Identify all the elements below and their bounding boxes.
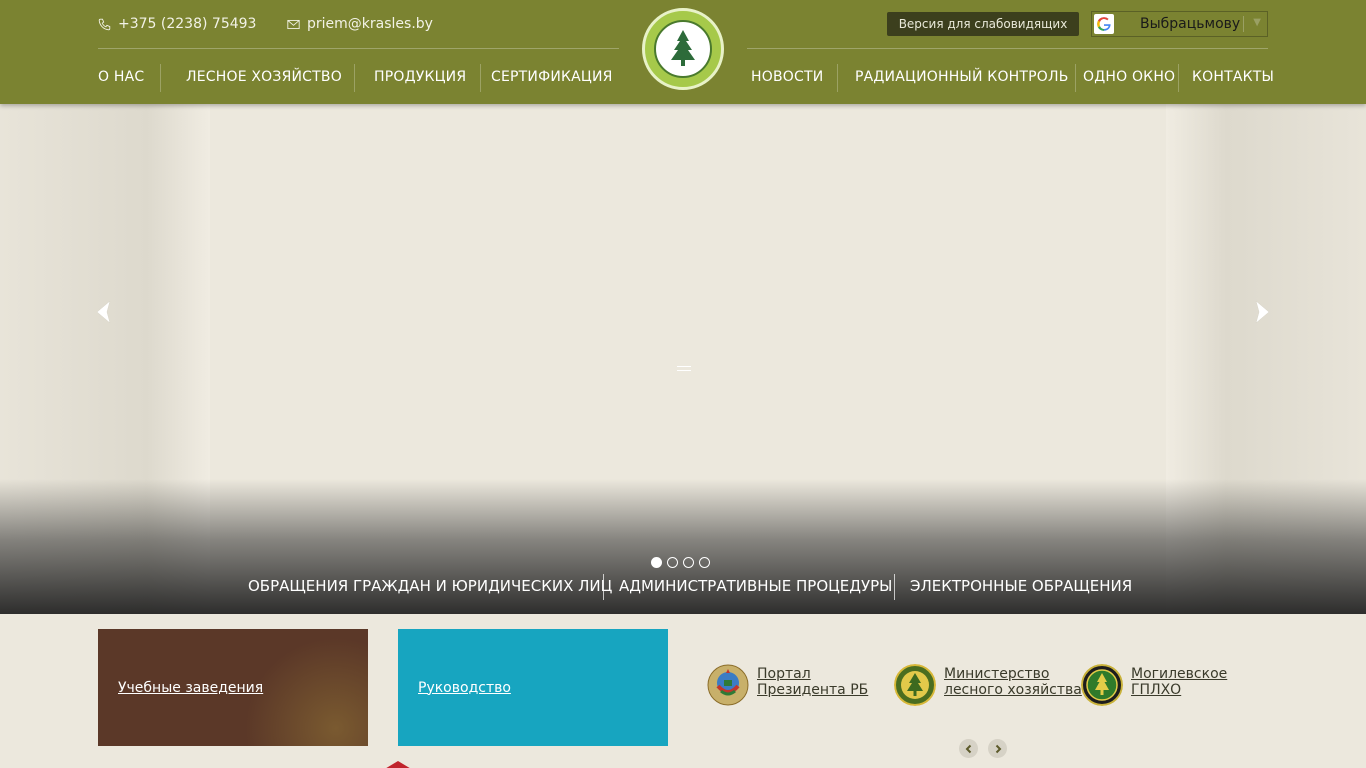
nav-item-about[interactable]: О НАС (98, 69, 144, 85)
tree-icon (671, 30, 695, 66)
portal-mogilev-gplho[interactable]: Могилевское ГПЛХО (1081, 664, 1227, 706)
nav-separator (1075, 64, 1076, 92)
partial-emblem-icon (386, 761, 410, 768)
tile-leadership[interactable]: Руководство (398, 629, 668, 746)
hero-slider: ОБРАЩЕНИЯ ГРАЖДАН И ЮРИДИЧЕСКИХ ЛИЦ АДМИ… (0, 104, 1366, 614)
select-divider (1243, 16, 1244, 32)
nav-separator (480, 64, 481, 92)
slider-pagination (651, 557, 710, 568)
header-divider-left (98, 48, 619, 49)
carousel-prev-button[interactable] (959, 739, 978, 758)
chevron-right-icon (995, 744, 1001, 753)
carousel-next-button[interactable] (988, 739, 1007, 758)
portal-ministry-forestry[interactable]: Министерство лесного хозяйства (894, 664, 1082, 706)
nav-item-forestry[interactable]: ЛЕСНОЕ ХОЗЯЙСТВО (186, 69, 342, 85)
slider-loader-icon (677, 366, 691, 371)
nav-item-contacts[interactable]: КОНТАКТЫ (1192, 69, 1274, 85)
link-administrative-procedures[interactable]: АДМИНИСТРАТИВНЫЕ ПРОЦЕДУРЫ (619, 577, 892, 595)
nav-item-products[interactable]: ПРОДУКЦИЯ (374, 69, 466, 85)
site-header: +375 (2238) 75493 priem@krasles.by О НАС… (0, 0, 1366, 104)
chevron-down-icon: ▼ (1253, 17, 1261, 28)
nav-item-news[interactable]: НОВОСТИ (751, 69, 823, 85)
slider-next-arrow-icon[interactable] (1249, 300, 1273, 324)
nav-item-one-window[interactable]: ОДНО ОКНО (1083, 69, 1175, 85)
envelope-icon (287, 19, 300, 29)
slider-dot-4[interactable] (699, 557, 710, 568)
chevron-left-icon (965, 744, 971, 753)
portal-president[interactable]: Портал Президента РБ (707, 664, 868, 706)
quick-link-separator (894, 574, 895, 600)
phone-icon (98, 18, 111, 30)
nav-separator (837, 64, 838, 92)
nav-separator (354, 64, 355, 92)
slider-quick-links: ОБРАЩЕНИЯ ГРАЖДАН И ЮРИДИЧЕСКИХ ЛИЦ АДМИ… (0, 572, 1366, 602)
nav-separator (160, 64, 161, 92)
language-select[interactable]: Выбрацьмову ▼ (1091, 11, 1268, 37)
nav-item-radiation-control[interactable]: РАДИАЦИОННЫЙ КОНТРОЛЬ (855, 69, 1069, 85)
belarus-emblem-icon (707, 664, 749, 706)
low-vision-button[interactable]: Версия для слабовидящих (887, 12, 1079, 36)
portal-mogilev-label: Могилевское ГПЛХО (1131, 666, 1228, 698)
tile-educational-institutions[interactable]: Учебные заведения (98, 629, 368, 746)
email-contact[interactable]: priem@krasles.by (287, 14, 433, 34)
nav-item-certification[interactable]: СЕРТИФИКАЦИЯ (491, 69, 613, 85)
logo-emblem (654, 20, 712, 78)
language-select-label: Выбрацьмову (1140, 16, 1241, 32)
email-text: priem@krasles.by (307, 16, 433, 32)
quick-link-separator (603, 574, 604, 600)
portal-ministry-label: Министерство лесного хозяйства (944, 666, 1082, 698)
link-citizen-appeals[interactable]: ОБРАЩЕНИЯ ГРАЖДАН И ЮРИДИЧЕСКИХ ЛИЦ (248, 577, 612, 595)
phone-text: +375 (2238) 75493 (118, 16, 257, 32)
slider-prev-arrow-icon[interactable] (93, 300, 117, 324)
header-divider-right (747, 48, 1268, 49)
tile-educational-institutions-label: Учебные заведения (118, 679, 264, 696)
google-icon (1094, 14, 1114, 34)
mogilev-emblem-icon (1081, 664, 1123, 706)
tile-leadership-label: Руководство (418, 679, 511, 696)
site-logo[interactable] (642, 8, 724, 90)
phone-contact[interactable]: +375 (2238) 75493 (98, 14, 256, 34)
slider-dot-1[interactable] (651, 557, 662, 568)
slider-dot-3[interactable] (683, 557, 694, 568)
nav-separator (1178, 64, 1179, 92)
slider-dot-2[interactable] (667, 557, 678, 568)
link-electronic-appeals[interactable]: ЭЛЕКТРОННЫЕ ОБРАЩЕНИЯ (910, 577, 1132, 595)
portal-president-label: Портал Президента РБ (757, 666, 869, 698)
ministry-emblem-icon (894, 664, 936, 706)
